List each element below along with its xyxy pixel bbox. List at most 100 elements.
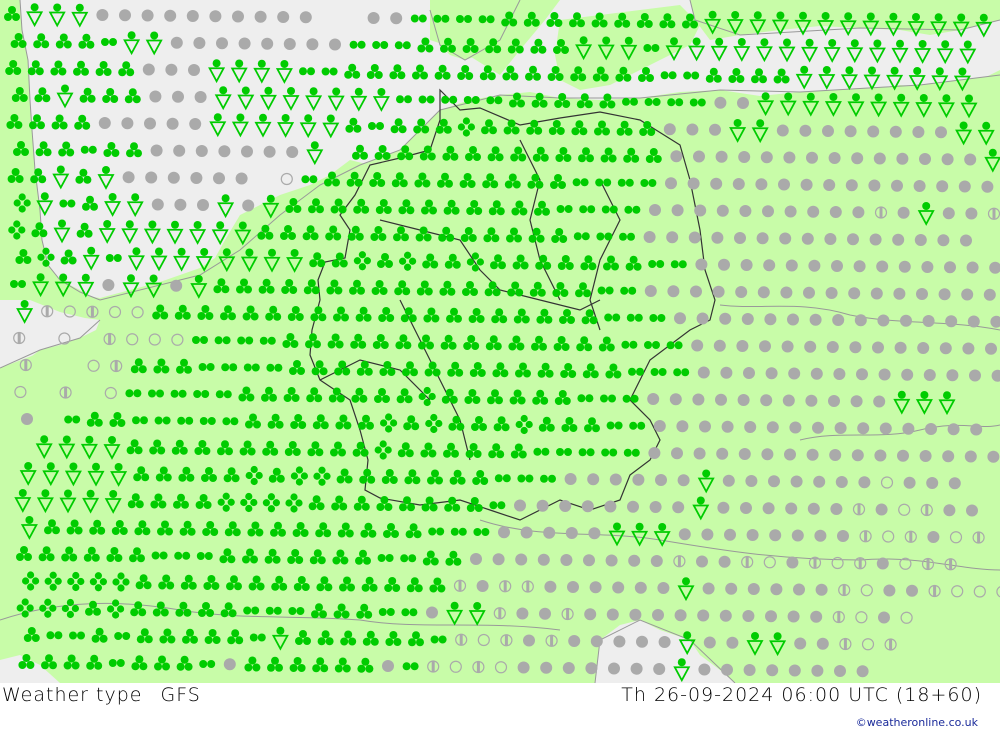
- weather-symbol-overcast: [567, 581, 579, 593]
- weather-symbol-overcast: [744, 421, 757, 433]
- weather-symbol-overcast: [498, 526, 510, 539]
- weather-symbol-overcast: [870, 287, 883, 300]
- weather-symbol-overcast: [717, 501, 730, 514]
- weather-symbol-overcast: [848, 287, 861, 300]
- weather-symbol-overcast: [944, 261, 956, 274]
- weather-symbol-overcast: [725, 582, 738, 595]
- weather-symbol-overcast: [783, 151, 796, 164]
- weather-symbol-overcast: [799, 124, 812, 137]
- weather-symbol-overcast: [945, 315, 958, 328]
- weather-symbol-overcast: [810, 610, 823, 623]
- weather-symbol-overcast: [854, 314, 867, 327]
- weather-symbol-overcast: [515, 553, 528, 566]
- weather-symbol-overcast: [164, 9, 177, 22]
- weather-symbol-overcast: [877, 314, 890, 327]
- weather-symbol-overcast: [648, 447, 661, 459]
- weather-symbol-overcast: [718, 258, 730, 271]
- weather-symbol-overcast: [539, 607, 551, 620]
- weather-symbol-overcast: [634, 581, 647, 594]
- weather-symbol-overcast: [914, 234, 927, 246]
- weather-symbol-overcast: [643, 231, 656, 243]
- weather-symbol-overcast: [769, 529, 782, 542]
- weather-symbol-overcast: [565, 527, 578, 539]
- weather-symbol-overcast: [788, 664, 801, 677]
- weather-symbol-overcast: [746, 529, 759, 541]
- weather-symbol-overcast: [941, 153, 954, 166]
- weather-symbol-overcast: [943, 504, 956, 517]
- weather-symbol-overcast: [213, 172, 225, 185]
- weather-symbol-overcast: [812, 421, 824, 434]
- weather-symbol-overcast: [426, 606, 438, 619]
- weather-symbol-overcast: [791, 529, 804, 542]
- weather-symbol-overcast: [760, 394, 773, 407]
- weather-symbol-overcast: [674, 312, 686, 325]
- map-canvas: [0, 0, 1000, 683]
- weather-symbol-overcast: [755, 178, 768, 191]
- weather-symbol-overcast: [517, 661, 530, 674]
- weather-symbol-overcast: [669, 393, 682, 406]
- weather-symbol-overcast: [901, 368, 914, 381]
- weather-symbol-overcast: [520, 526, 533, 539]
- weather-symbol-overcast: [612, 581, 625, 594]
- weather-symbol-overcast: [644, 285, 657, 297]
- weather-symbol-overcast: [581, 500, 594, 513]
- weather-symbol-overcast: [543, 526, 556, 539]
- weather-symbol-overcast: [655, 474, 667, 486]
- weather-symbol-overcast: [883, 584, 896, 597]
- weather-symbol-overcast: [942, 207, 955, 220]
- weather-symbol-overcast: [261, 37, 274, 50]
- weather-symbol-overcast: [694, 204, 707, 217]
- weather-symbol-overcast: [713, 339, 726, 352]
- weather-symbol-overcast: [564, 473, 577, 485]
- weather-symbol-overcast: [738, 151, 751, 163]
- weather-symbol-overcast: [857, 422, 870, 435]
- weather-symbol-overcast: [693, 447, 706, 460]
- weather-symbol-overcast: [935, 126, 947, 139]
- weather-symbol-overcast: [738, 448, 751, 460]
- weather-symbol-overcast: [784, 448, 796, 461]
- weather-symbol-overcast: [781, 340, 794, 353]
- weather-symbol-overcast: [807, 502, 820, 515]
- weather-symbol-overcast: [942, 450, 955, 463]
- weather-symbol-overcast: [816, 637, 829, 650]
- weather-symbol-overcast: [793, 583, 805, 596]
- weather-symbol-overcast: [716, 447, 729, 460]
- weather-symbol-overcast: [150, 144, 163, 157]
- weather-symbol-overcast: [714, 96, 727, 109]
- weather-symbol-overcast: [958, 180, 971, 193]
- weather-symbol-overcast: [801, 232, 814, 245]
- weather-symbol-overcast: [790, 475, 803, 488]
- weather-symbol-overcast: [822, 125, 834, 137]
- weather-symbol-overcast: [737, 97, 749, 109]
- weather-symbol-overcast: [927, 531, 940, 543]
- weather-symbol-overcast: [606, 608, 619, 621]
- weather-symbol-overcast: [786, 556, 799, 569]
- weather-symbol-overcast: [983, 288, 996, 301]
- weather-symbol-overcast: [613, 635, 626, 648]
- weather-symbol-overcast: [718, 555, 731, 568]
- weather-symbol-overcast: [190, 172, 203, 184]
- valid-time: Th 26-09-2024 06:00 UTC (18+60): [621, 684, 982, 706]
- weather-symbol-overcast: [537, 553, 550, 566]
- weather-symbol-overcast: [851, 152, 864, 165]
- weather-symbol-overcast: [609, 473, 622, 486]
- weather-symbol-overcast: [823, 179, 836, 191]
- weather-symbol-overcast: [851, 449, 864, 462]
- weather-symbol-overcast: [762, 205, 774, 218]
- weather-symbol-overcast: [912, 126, 925, 138]
- weather-symbol-overcast: [878, 611, 890, 624]
- weather-symbol-overcast: [785, 502, 798, 515]
- weather-symbol-overcast: [587, 473, 600, 486]
- weather-symbol-overcast: [874, 449, 887, 462]
- weather-symbol-overcast: [829, 206, 842, 218]
- weather-symbol-overcast: [254, 10, 267, 23]
- weather-symbol-overcast: [223, 658, 236, 671]
- weather-symbol-overcast: [193, 37, 206, 49]
- credit-link[interactable]: ©weatheronline.co.uk: [856, 716, 978, 729]
- weather-symbol-overcast: [670, 150, 683, 163]
- weather-symbol-overcast: [737, 394, 750, 406]
- weather-symbol-overcast: [695, 258, 708, 271]
- weather-symbol-overcast: [756, 232, 769, 245]
- weather-symbol-overcast: [763, 259, 776, 272]
- weather-symbol-overcast: [263, 145, 276, 158]
